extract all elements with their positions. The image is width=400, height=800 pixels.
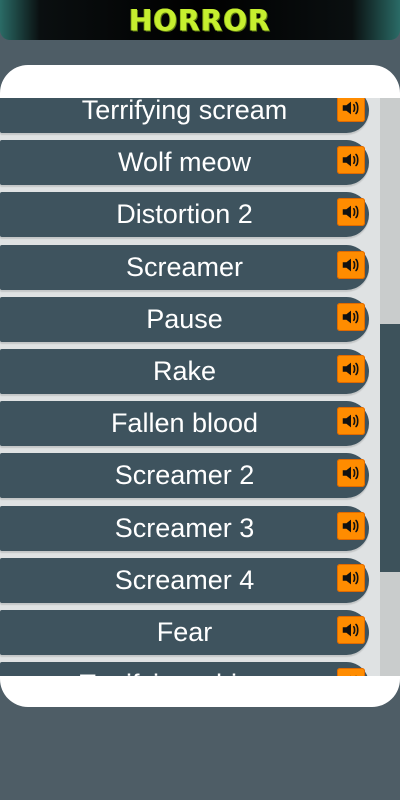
play-sound-button[interactable] (337, 146, 365, 175)
play-sound-button[interactable] (337, 355, 365, 383)
play-sound-button[interactable] (337, 302, 365, 331)
sound-label: Screamer (125, 251, 244, 282)
sound-row[interactable]: Distortion 2 (0, 192, 369, 238)
sound-label: Pause (146, 303, 223, 334)
scrollbar[interactable] (380, 98, 400, 676)
play-sound-button[interactable] (337, 668, 365, 676)
sound-row[interactable]: Screamer (0, 244, 369, 290)
speaker-icon (340, 201, 362, 223)
speaker-icon (340, 567, 362, 589)
play-sound-button[interactable] (337, 459, 365, 488)
sound-row[interactable]: Fear (0, 610, 369, 655)
play-sound-button[interactable] (337, 407, 365, 436)
speaker-icon (340, 358, 362, 380)
sound-label: Rake (152, 356, 217, 386)
sound-row[interactable]: Terrifying whisper (0, 662, 369, 676)
play-sound-button[interactable] (337, 511, 365, 540)
speaker-icon (340, 98, 362, 119)
speaker-icon (340, 410, 362, 432)
play-sound-button[interactable] (337, 250, 365, 279)
speaker-icon (340, 462, 362, 484)
play-sound-button[interactable] (337, 616, 365, 644)
speaker-icon (340, 254, 362, 276)
sound-label: Screamer 3 (114, 512, 255, 543)
sound-row[interactable]: Pause (0, 296, 369, 342)
sound-label: Screamer 2 (114, 460, 255, 491)
sound-row[interactable]: Screamer 4 (0, 557, 369, 603)
sound-label: Terrifying whisper (0, 662, 369, 676)
sound-row[interactable]: Terrifying scream (0, 98, 369, 133)
speaker-icon (340, 306, 362, 328)
speaker-icon (340, 515, 362, 537)
speaker-icon (340, 149, 362, 171)
play-sound-button[interactable] (337, 198, 365, 227)
sound-label: Terrifying scream (81, 98, 288, 125)
app-header: HORROR (0, 0, 400, 40)
sound-list[interactable]: Terrifying scream Wolf meow Distortion 2 Sc… (0, 98, 380, 676)
sound-row[interactable]: Fallen blood (0, 401, 369, 447)
play-sound-button[interactable] (337, 563, 365, 592)
sound-row[interactable]: Wolf meow (0, 140, 369, 186)
play-sound-button[interactable] (337, 98, 365, 122)
scroll-thumb[interactable] (380, 324, 400, 572)
sound-label: Wolf meow (117, 147, 252, 178)
sound-label: Distortion 2 (116, 199, 253, 230)
app-logo: HORROR (129, 2, 271, 38)
speaker-icon (340, 619, 362, 641)
sound-label: Fallen blood (110, 408, 259, 439)
sound-row[interactable]: Screamer 3 (0, 505, 369, 551)
speaker-icon (340, 671, 362, 676)
sound-row[interactable]: Screamer 2 (0, 453, 369, 499)
sound-row[interactable]: Rake (0, 349, 369, 394)
sound-label: Fear (156, 617, 213, 647)
sound-label: Screamer 4 (114, 564, 255, 595)
